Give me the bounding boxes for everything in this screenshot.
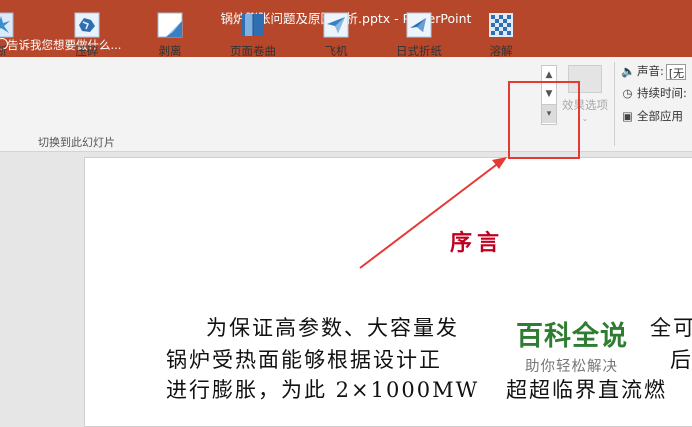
watermark-subtitle: 助你轻松解决 [525, 359, 618, 375]
watermark-title: 百科全说 [516, 321, 628, 352]
